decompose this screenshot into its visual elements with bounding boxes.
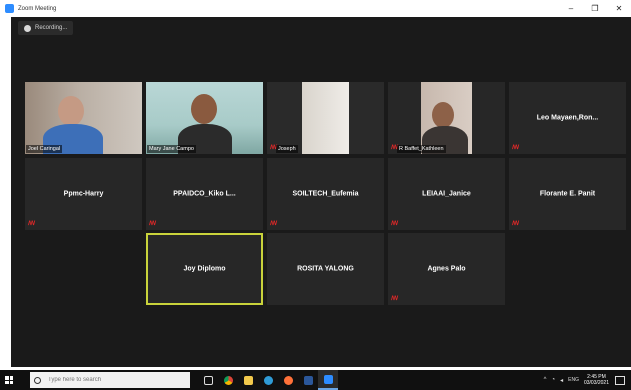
participant-tile[interactable]: Florante E. Panit ꟿ (509, 158, 626, 230)
zoom-app-icon (5, 4, 14, 13)
participant-name: Florante E. Panit (539, 190, 596, 198)
speaker-icon[interactable]: ◂ (560, 377, 563, 384)
chrome-icon[interactable] (218, 370, 238, 390)
firefox-icon[interactable] (278, 370, 298, 390)
participant-name: Agnes Palo (427, 265, 466, 273)
mic-muted-icon: ꟿ (512, 145, 520, 151)
mic-muted-icon: ꟿ (149, 221, 157, 227)
participant-tile[interactable]: Ppmc-Harry ꟿ (25, 158, 142, 230)
window-controls: – ❐ ✕ (559, 0, 631, 17)
minimize-button[interactable]: – (559, 0, 583, 17)
zoom-icon[interactable] (318, 370, 338, 390)
recording-label: Recording... (35, 25, 68, 31)
clock-date: 03/03/2021 (583, 380, 609, 386)
participant-tile[interactable]: Joel Caringal (25, 82, 142, 154)
network-icon[interactable]: ◔ (551, 377, 555, 383)
participant-name: LEIAAI_Janice (422, 190, 471, 198)
clock[interactable]: 2:45 PM 03/03/2021 (584, 374, 609, 386)
participant-tile[interactable]: ꟿ R Baffet_Kathleen (388, 82, 505, 154)
participant-name: Ppmc-Harry (63, 190, 104, 198)
participant-tile[interactable]: ꟿ Joseph (267, 82, 384, 154)
participant-tile[interactable]: PPAIDCO_Kiko L... ꟿ (146, 158, 263, 230)
taskbar-apps (198, 370, 338, 390)
participant-video-person (191, 94, 217, 124)
participant-name: Joseph (276, 145, 298, 153)
participant-name: Joel Caringal (26, 145, 63, 153)
participant-tile[interactable]: Agnes Palo ꟿ (388, 233, 505, 305)
mic-muted-icon: ꟿ (28, 221, 36, 227)
recording-indicator[interactable]: Recording... (18, 21, 74, 35)
participant-video-person (58, 96, 84, 126)
participant-tile-active-speaker[interactable]: Joy Diplomo (146, 233, 263, 305)
language-indicator[interactable]: ENG (568, 377, 579, 383)
notifications-icon[interactable] (615, 375, 625, 385)
participant-tile[interactable]: SOILTECH_Eufemia ꟿ (267, 158, 384, 230)
word-icon[interactable] (298, 370, 318, 390)
mic-muted-icon: ꟿ (391, 221, 399, 227)
windows-taskbar: ^ ◔ ◂ ENG 2:45 PM 03/03/2021 (0, 370, 631, 390)
meeting-gallery: Recording... Joel Caringal Mary Jane Cam… (11, 17, 631, 367)
windows-logo-icon (5, 376, 13, 384)
mic-muted-icon: ꟿ (391, 296, 399, 302)
maximize-button[interactable]: ❐ (583, 0, 607, 17)
participant-name: Mary Jane Campo (147, 145, 196, 153)
participant-name: Joy Diplomo (183, 265, 226, 273)
participant-name: SOILTECH_Eufemia (292, 190, 359, 198)
participant-video-person (432, 102, 454, 128)
search-icon (34, 376, 41, 384)
window-title: Zoom Meeting (18, 5, 57, 12)
participant-name: Leo Mayaen,Ron... (536, 114, 599, 122)
system-tray: ^ ◔ ◂ ENG 2:45 PM 03/03/2021 (544, 370, 631, 390)
task-view-icon[interactable] (198, 370, 218, 390)
mic-muted-icon: ꟿ (512, 221, 520, 227)
participant-video (267, 82, 384, 154)
participant-name: PPAIDCO_Kiko L... (173, 190, 236, 198)
participant-tile[interactable]: Leo Mayaen,Ron... ꟿ (509, 82, 626, 154)
close-button[interactable]: ✕ (607, 0, 631, 17)
search-input[interactable] (48, 377, 178, 383)
edge-icon[interactable] (258, 370, 278, 390)
participant-tile[interactable]: ROSITA YALONG (267, 233, 384, 305)
start-button[interactable] (0, 370, 18, 390)
window-titlebar: Zoom Meeting – ❐ ✕ (0, 0, 631, 17)
participant-tile[interactable]: LEIAAI_Janice ꟿ (388, 158, 505, 230)
chevron-up-icon[interactable]: ^ (544, 377, 547, 383)
file-explorer-icon[interactable] (238, 370, 258, 390)
participant-tile[interactable]: Mary Jane Campo (146, 82, 263, 154)
participant-name: R Baffet_Kathleen (397, 145, 446, 153)
participant-name: ROSITA YALONG (297, 265, 354, 273)
recording-icon (24, 24, 31, 32)
mic-muted-icon: ꟿ (270, 221, 278, 227)
taskbar-search[interactable] (30, 372, 190, 388)
